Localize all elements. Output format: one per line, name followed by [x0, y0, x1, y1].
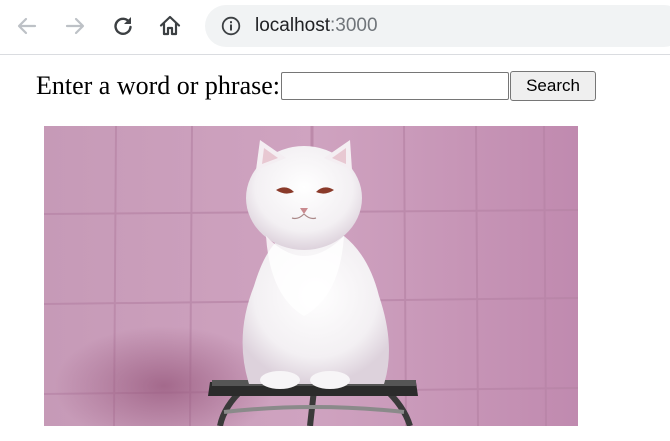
info-icon[interactable] [221, 16, 241, 36]
cat-image [44, 126, 578, 426]
url-port: :3000 [330, 15, 378, 36]
page-content: Enter a word or phrase: Search [0, 55, 670, 441]
url-host: localhost [255, 15, 330, 36]
url-text[interactable]: localhost:3000 [255, 15, 378, 37]
reload-button[interactable] [108, 11, 138, 41]
address-bar[interactable]: localhost:3000 [205, 5, 670, 47]
arrow-right-icon [64, 15, 86, 37]
browser-toolbar: localhost:3000 [0, 0, 670, 55]
reload-icon [112, 15, 134, 37]
search-form: Enter a word or phrase: Search [36, 69, 597, 103]
arrow-left-icon [16, 15, 38, 37]
home-icon [158, 14, 182, 38]
search-prompt-label: Enter a word or phrase: [36, 71, 281, 100]
search-input[interactable] [281, 72, 510, 100]
home-button[interactable] [155, 11, 185, 41]
forward-button[interactable] [60, 11, 90, 41]
search-button[interactable]: Search [510, 71, 597, 101]
back-button[interactable] [12, 11, 42, 41]
